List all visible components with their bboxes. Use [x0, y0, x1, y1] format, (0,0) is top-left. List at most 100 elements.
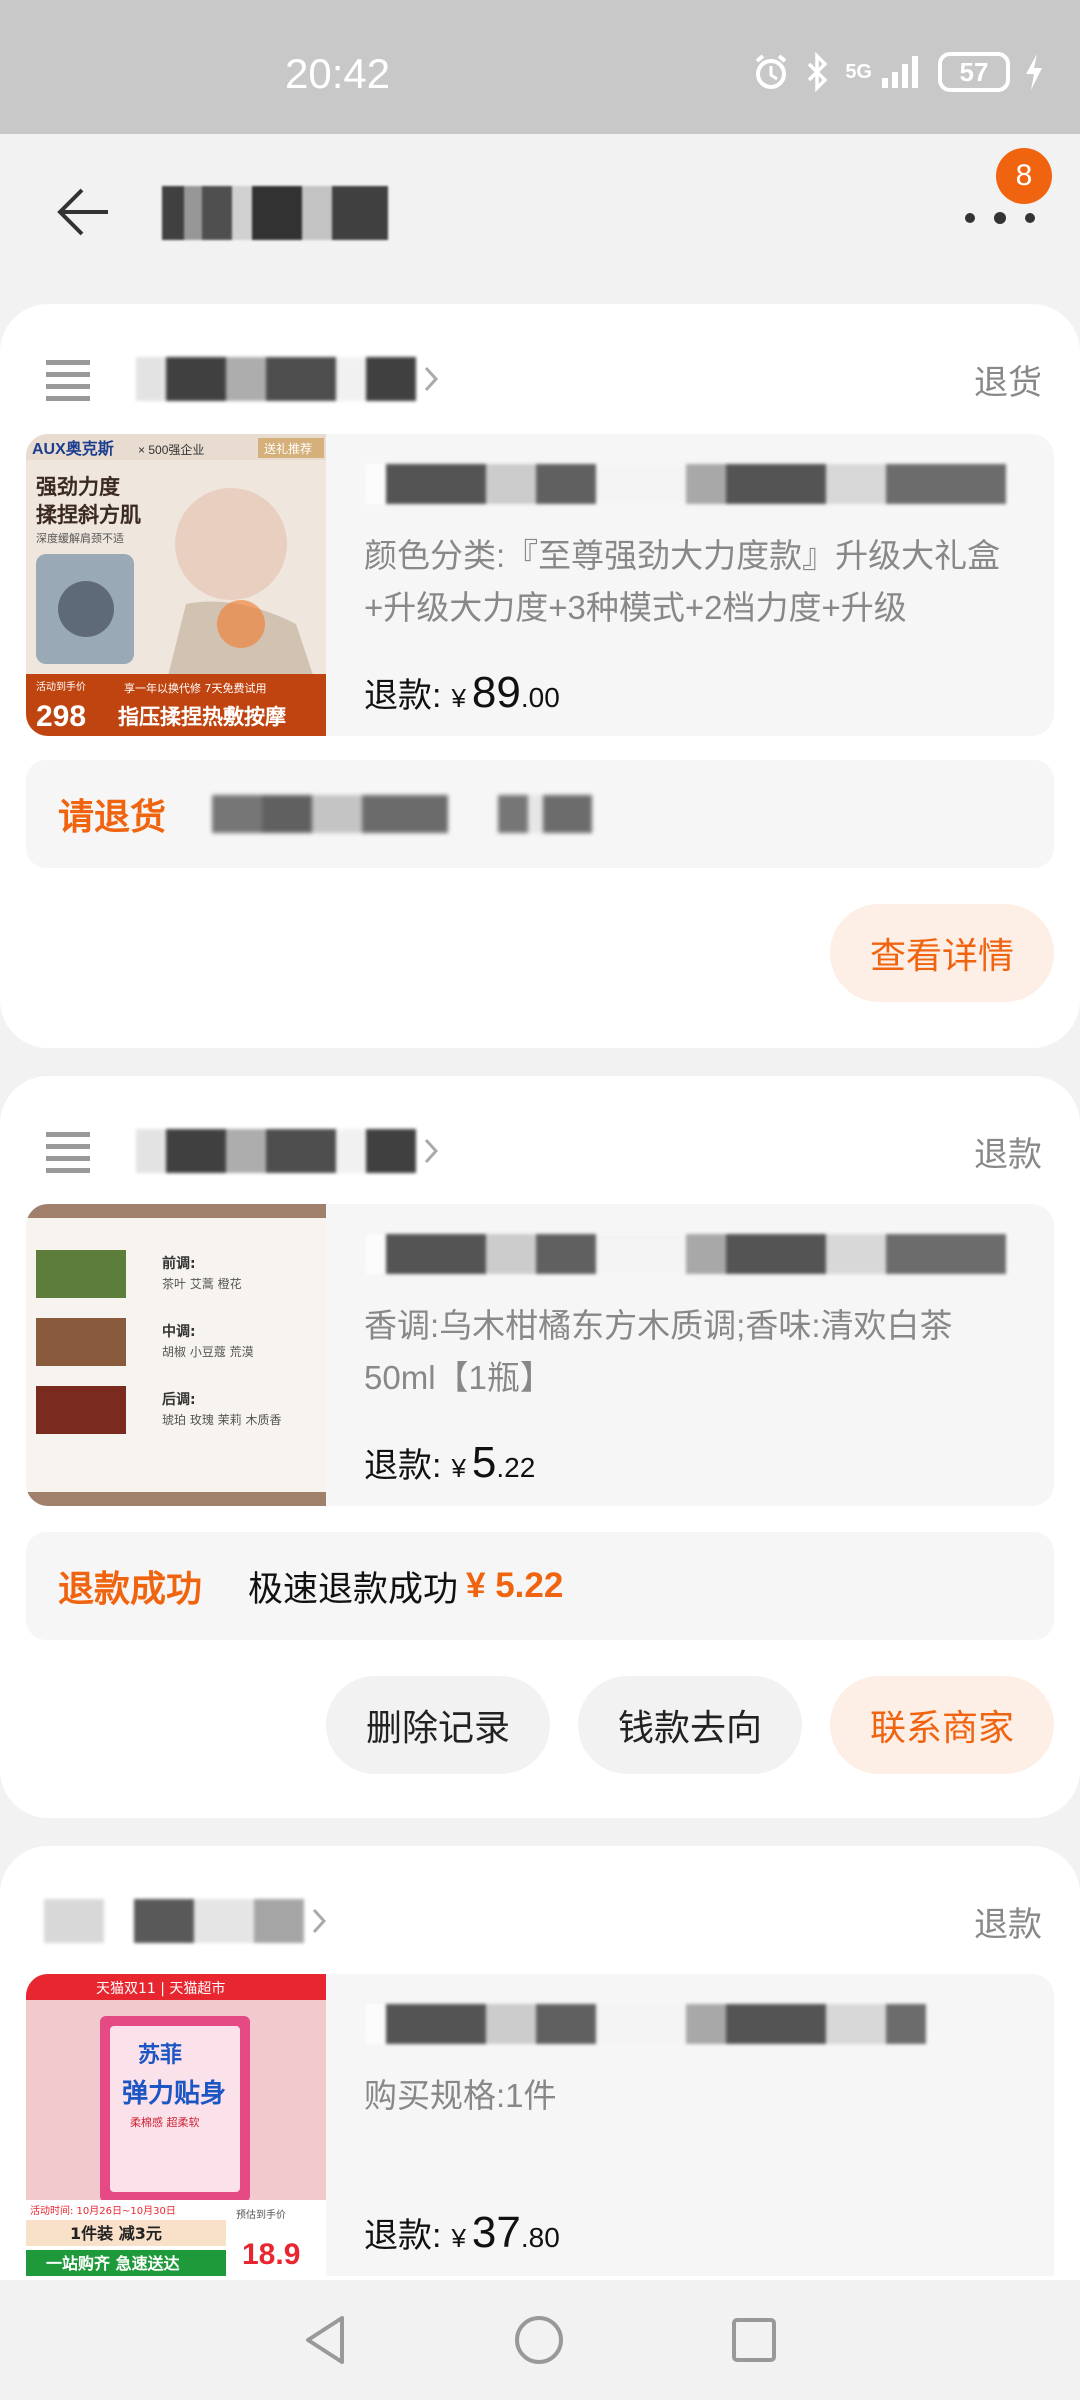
product-item[interactable]: AUX奥克斯 × 500强企业 送礼推荐 强劲力度 揉捏斜方肌 深度缓解肩颈不适…: [26, 434, 1054, 736]
order-card: 退款 前调: 茶叶 艾蒿 橙花 中调: 胡椒 小豆蔻 荒漠 后调: 琥珀 玫瑰 …: [0, 1076, 1080, 1818]
notification-badge: 8: [996, 148, 1052, 204]
price-integer: 37: [471, 2208, 521, 2257]
nav-recents-icon[interactable]: [728, 2314, 780, 2366]
thumb-price-label: 预估到手价: [236, 2208, 286, 2221]
thumb-price: 18.9: [242, 2238, 300, 2271]
thumb-product: 弹力贴身: [122, 2078, 226, 2109]
signal-icon: [882, 56, 918, 88]
thumb-sub: 深度缓解肩颈不适: [36, 531, 124, 545]
thumb-top-banner: 天猫双11 | 天猫超市: [96, 1980, 225, 1997]
status-icons: 5G 57: [751, 52, 1044, 92]
page-title-redacted: [162, 186, 388, 240]
nav-back-icon[interactable]: [300, 2312, 350, 2368]
product-spec: 香调:乌木柑橘东方木质调;香味:清欢白茶50ml【1瓶】: [364, 1307, 953, 1396]
price-integer: 5: [471, 1438, 497, 1487]
order-card: 退款 天猫双11 | 天猫超市 苏菲 弹力贴身 柔棉感 超柔软 活动时间: 10…: [0, 1846, 1080, 2306]
order-status: 退货: [974, 363, 1042, 402]
product-item[interactable]: 天猫双11 | 天猫超市 苏菲 弹力贴身 柔棉感 超柔软 活动时间: 10月26…: [26, 1974, 1054, 2276]
note-base-title: 后调:: [162, 1391, 196, 1408]
action-row: 删除记录 钱款去向 联系商家: [325, 1676, 1054, 1774]
network-label: 5G: [845, 60, 872, 83]
product-thumbnail: 前调: 茶叶 艾蒿 橙花 中调: 胡椒 小豆蔻 荒漠 后调: 琥珀 玫瑰 茉莉 …: [26, 1204, 326, 1506]
product-item[interactable]: 前调: 茶叶 艾蒿 橙花 中调: 胡椒 小豆蔻 荒漠 后调: 琥珀 玫瑰 茉莉 …: [26, 1204, 1054, 1506]
return-status-label: 请退货: [58, 796, 167, 837]
refund-status-box[interactable]: 退款成功 极速退款成功 ¥ 5.22: [26, 1532, 1054, 1640]
contact-seller-button[interactable]: 联系商家: [829, 1676, 1054, 1774]
note-middle-title: 中调:: [162, 1323, 196, 1340]
order-status: 退款: [974, 1135, 1042, 1174]
money-flow-button[interactable]: 钱款去向: [577, 1676, 802, 1774]
note-top-title: 前调:: [162, 1255, 196, 1272]
bluetooth-icon: [808, 52, 828, 92]
product-thumbnail: 天猫双11 | 天猫超市 苏菲 弹力贴身 柔棉感 超柔软 活动时间: 10月26…: [26, 1974, 326, 2276]
view-details-button[interactable]: 查看详情: [829, 904, 1054, 1002]
thumb-tag: 送礼推荐: [264, 441, 312, 456]
arrow-left-icon: [57, 188, 108, 236]
chevron-right-icon: [424, 366, 439, 392]
price-decimal: .22: [496, 1452, 536, 1483]
chevron-right-icon: [312, 1908, 327, 1934]
order-status: 退款: [974, 1905, 1042, 1944]
charging-icon: [1026, 54, 1042, 90]
thumb-promo-date: 活动时间: 10月26日~10月30日: [30, 2204, 176, 2217]
chevron-right-icon: [424, 1138, 439, 1164]
currency-symbol: ¥: [451, 1453, 466, 1483]
alarm-icon: [756, 54, 787, 89]
currency-symbol: ¥: [451, 2223, 466, 2253]
refund-label: 退款:: [364, 2217, 442, 2255]
currency-symbol: ¥: [451, 683, 466, 713]
shop-name-redacted: [136, 357, 416, 401]
shop-row[interactable]: 退款: [44, 1116, 1042, 1186]
price-integer: 89: [471, 668, 521, 717]
back-button[interactable]: [52, 180, 116, 244]
refund-status-amount: ¥ 5.22: [466, 1566, 564, 1605]
page-header: 8: [0, 134, 1080, 304]
thumb-promo-price: 298: [36, 700, 86, 733]
note-top-desc: 茶叶 艾蒿 橙花: [162, 1276, 242, 1291]
delete-record-button[interactable]: 删除记录: [325, 1676, 550, 1774]
shop-list-icon: [46, 1132, 90, 1173]
thumb-headline-1: 强劲力度: [36, 475, 120, 499]
refund-label: 退款:: [364, 677, 442, 715]
order-card: 退货 AUX奥克斯 × 500强企业 送礼推荐 强劲力度 揉捏斜方肌 深度缓解肩…: [0, 304, 1080, 1048]
thumb-variant: 柔棉感 超柔软: [130, 2115, 200, 2129]
price-decimal: .80: [520, 2222, 560, 2253]
status-time: 20:42: [285, 50, 391, 97]
product-spec: 颜色分类:『至尊强劲大力度款』升级大礼盒+升级大力度+3种模式+2档力度+升级: [364, 537, 1001, 626]
return-info-redacted-2: [498, 795, 593, 833]
more-dots-icon: [965, 212, 1035, 224]
refund-status-message: 极速退款成功: [248, 1569, 459, 1609]
thumb-brand: AUX奥克斯: [32, 439, 114, 458]
battery-indicator: 57: [938, 52, 1010, 92]
status-bar: 20:42 5G 57: [0, 0, 1080, 134]
thumb-promo-bottom: 一站购齐 急速送达: [46, 2254, 180, 2273]
product-title-redacted: [366, 2004, 926, 2044]
shop-row[interactable]: 退货: [44, 344, 1042, 414]
more-button[interactable]: [962, 198, 1038, 238]
nav-home-icon[interactable]: [511, 2312, 567, 2368]
shop-name-redacted: [44, 1899, 304, 1943]
product-title-redacted: [366, 464, 1006, 504]
note-middle-desc: 胡椒 小豆蔻 荒漠: [162, 1345, 254, 1359]
thumb-brand: 苏菲: [138, 2042, 182, 2068]
note-base-desc: 琥珀 玫瑰 茉莉 木质香: [162, 1412, 281, 1427]
thumb-promo-label: 活动到手价: [36, 680, 86, 693]
return-info-redacted: [212, 795, 449, 833]
thumb-promo-note: 享一年以换代修 7天免费试用: [124, 681, 267, 695]
thumb-brand-note: × 500强企业: [138, 442, 204, 457]
shop-list-icon: [46, 360, 90, 401]
thumb-headline-2: 揉捏斜方肌: [36, 503, 141, 527]
product-spec: 购买规格:1件: [364, 2077, 557, 2114]
shop-row[interactable]: 退款: [44, 1886, 1042, 1956]
return-status-box[interactable]: 请退货: [26, 760, 1054, 868]
refund-amount: 退款: ¥89.00: [364, 668, 560, 718]
refund-amount: 退款: ¥5.22: [364, 1438, 535, 1488]
thumb-promo-text: 指压揉捏热敷按摩: [118, 705, 286, 729]
refund-amount: 退款: ¥37.80: [364, 2208, 560, 2258]
shop-name-redacted: [136, 1129, 416, 1173]
refund-label: 退款:: [364, 1447, 442, 1485]
action-row: 查看详情: [829, 904, 1054, 1002]
product-title-redacted: [366, 1234, 1006, 1274]
refund-status-label: 退款成功: [58, 1568, 203, 1609]
product-thumbnail: AUX奥克斯 × 500强企业 送礼推荐 强劲力度 揉捏斜方肌 深度缓解肩颈不适…: [26, 434, 326, 736]
